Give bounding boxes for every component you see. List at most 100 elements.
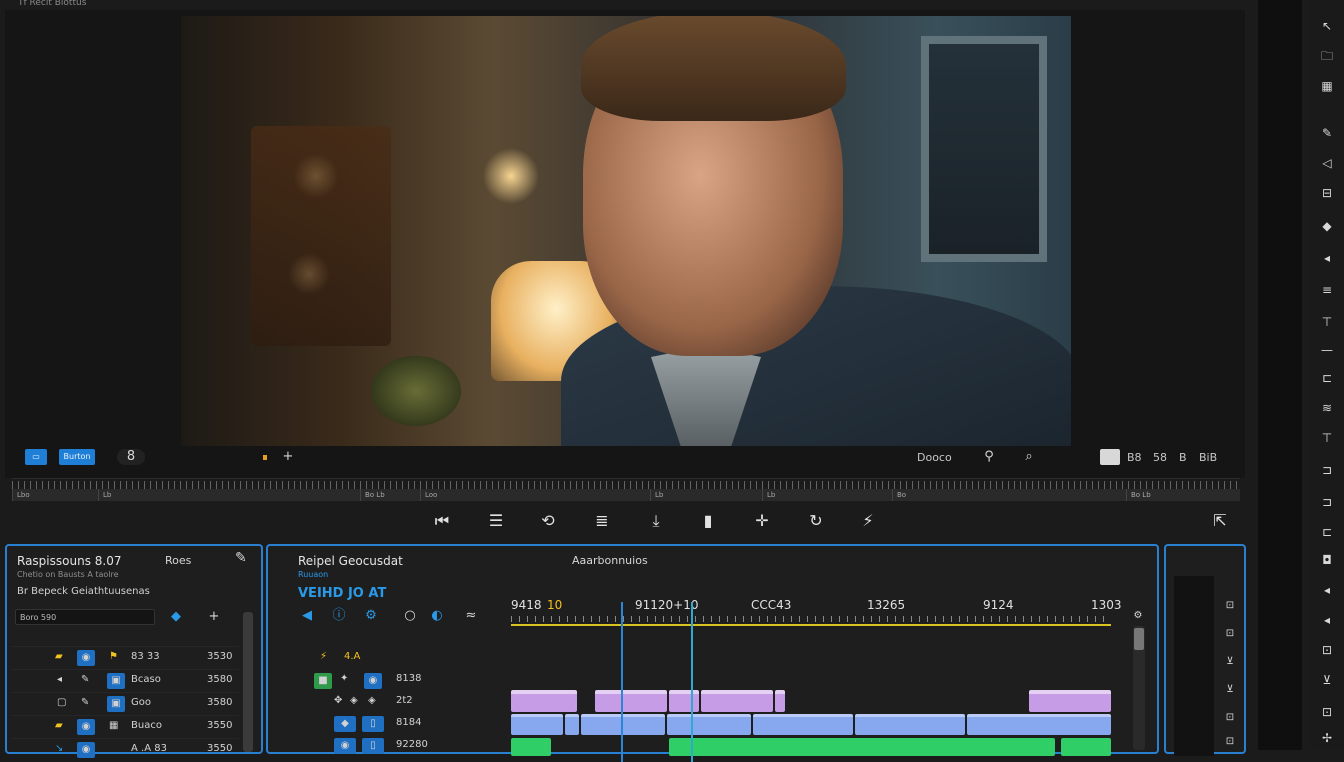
edit-icon[interactable]: ✎ xyxy=(235,550,247,566)
clip[interactable] xyxy=(565,714,579,735)
lightning-icon[interactable]: ⚡ xyxy=(855,513,881,529)
tab-annotations[interactable]: Aaarbonnuios xyxy=(572,554,648,567)
work-area-bar[interactable] xyxy=(511,624,1111,626)
view-option-4[interactable]: BiB xyxy=(1199,451,1217,464)
step-back-icon[interactable]: ⏮ xyxy=(429,513,455,529)
grid-view-icon[interactable]: ▦ xyxy=(1316,78,1338,94)
down-arrow-icon[interactable]: ⤓ xyxy=(643,513,669,529)
list-icon[interactable]: ☰ xyxy=(483,513,509,529)
audio-tool-icon[interactable]: ◂ xyxy=(1316,612,1338,628)
folder-icon[interactable]: 🗀 xyxy=(1316,48,1338,64)
fit-button[interactable]: ▭ xyxy=(25,449,47,465)
meter-option-icon[interactable]: ⊡ xyxy=(1222,626,1238,642)
export-icon[interactable]: ⇱ xyxy=(1207,513,1233,529)
project-scrollbar[interactable] xyxy=(243,612,253,752)
type-tool-icon[interactable]: ⊏ xyxy=(1316,370,1338,386)
export-frame-icon[interactable] xyxy=(1100,449,1120,465)
marker-icon[interactable]: 8 xyxy=(117,449,145,465)
slip-tool-icon[interactable]: ◆ xyxy=(1316,218,1338,234)
list-item[interactable]: ◂ ✎ ▣ Bcaso 3580 xyxy=(11,669,239,692)
search-icon[interactable]: ⌕ xyxy=(1020,449,1038,465)
tab-roes[interactable]: Roes xyxy=(165,554,191,567)
view-option-3[interactable]: B xyxy=(1179,451,1187,464)
viewer-ruler[interactable]: Lbo Lb Bo Lb Loo Lb Lb Bo Bo Lb xyxy=(12,478,1240,503)
meter-option-icon[interactable]: ⊡ xyxy=(1222,710,1238,726)
loop-icon[interactable]: ⟲ xyxy=(535,513,561,529)
clip[interactable] xyxy=(1029,690,1111,712)
timeline-scrollbar[interactable] xyxy=(1133,626,1145,750)
clip[interactable] xyxy=(581,714,665,735)
wrench-icon[interactable]: ⚲ xyxy=(980,449,998,465)
track-header[interactable]: ■ ✦ ◉ 8138 xyxy=(298,670,498,692)
clip[interactable] xyxy=(967,714,1111,735)
star-icon[interactable]: ✢ xyxy=(1316,730,1338,746)
shape-tool-icon[interactable]: ⊐ xyxy=(1316,462,1338,478)
track-header[interactable]: ✥ ◈ ◈ 2t2 xyxy=(298,692,498,714)
playhead[interactable] xyxy=(621,602,623,762)
circle-icon[interactable]: ○ xyxy=(402,608,418,624)
button-toggle[interactable]: Burton xyxy=(59,449,95,465)
bookmark-icon[interactable]: ▮ xyxy=(695,513,721,529)
clip[interactable] xyxy=(595,690,667,712)
color-icon[interactable]: ◂ xyxy=(1316,582,1338,598)
track-header[interactable]: ⚡ 4.A xyxy=(298,648,498,670)
add-marker-icon[interactable]: + xyxy=(279,449,297,465)
effect-tool-icon[interactable]: ⊻ xyxy=(1316,672,1338,688)
rotate-icon[interactable]: ↻ xyxy=(803,513,829,529)
track-select-icon[interactable]: ≡ xyxy=(1316,282,1338,298)
track-header[interactable]: ◉ ▯ 92280 xyxy=(298,736,498,758)
mask-tool-icon[interactable]: ⊏ xyxy=(1316,524,1338,540)
scroll-thumb[interactable] xyxy=(1134,628,1144,650)
ripple-tool-icon[interactable]: ◁ xyxy=(1316,155,1338,171)
meter-option-icon[interactable]: ⊡ xyxy=(1222,734,1238,750)
clip[interactable] xyxy=(669,690,699,712)
crop-tool-icon[interactable]: ⊐ xyxy=(1316,494,1338,510)
insert-icon[interactable]: ≣ xyxy=(589,513,615,529)
in-point-marker[interactable] xyxy=(691,602,693,762)
add-icon[interactable]: ✛ xyxy=(749,513,775,529)
list-item[interactable]: ▰ ◉ ▦ Buaco 3550 xyxy=(11,715,239,738)
divider-icon[interactable]: — xyxy=(1316,342,1338,358)
view-option-1[interactable]: B8 xyxy=(1127,451,1142,464)
clip[interactable] xyxy=(511,714,563,735)
timeline-ruler[interactable]: 9418 10 91120+10 CCC43 13265 9124 1303 xyxy=(511,598,1122,628)
link-clip-icon[interactable]: ◐ xyxy=(428,608,446,624)
zoom-tool-icon[interactable]: ⊤ xyxy=(1316,430,1338,446)
pen-tool-icon[interactable]: ✎ xyxy=(1316,125,1338,141)
clip[interactable] xyxy=(701,690,773,712)
hand-tool-icon[interactable]: ≋ xyxy=(1316,400,1338,416)
slide-tool-icon[interactable]: ◂ xyxy=(1316,250,1338,266)
clip[interactable] xyxy=(511,738,551,756)
settings-icon[interactable]: ⚙ xyxy=(362,608,380,624)
razor-tool-icon[interactable]: ⊟ xyxy=(1316,185,1338,201)
snap-icon[interactable]: ◀ xyxy=(298,608,316,624)
clip[interactable] xyxy=(511,690,577,712)
audio-wave-icon[interactable]: ≈ xyxy=(462,608,480,624)
meter-option-icon[interactable]: ⊻ xyxy=(1222,682,1238,698)
settings-small-icon[interactable]: ⚙ xyxy=(1130,608,1146,624)
track-name: 4.A xyxy=(344,651,361,662)
clip[interactable] xyxy=(667,714,751,735)
list-item[interactable]: ▢ ✎ ▣ Goo 3580 xyxy=(11,692,239,715)
clip[interactable] xyxy=(753,714,853,735)
select-tool-icon[interactable]: ↖ xyxy=(1316,18,1338,34)
info-icon[interactable]: ⓘ xyxy=(330,608,348,624)
view-option-2[interactable]: 58 xyxy=(1153,451,1167,464)
mode-label[interactable]: Dooco xyxy=(917,451,952,464)
meter-option-icon[interactable]: ⊡ xyxy=(1222,598,1238,614)
camera-icon[interactable]: ◘ xyxy=(1316,552,1338,568)
meter-option-icon[interactable]: ⊻ xyxy=(1222,654,1238,670)
list-item[interactable]: ▰ ◉ ⚑ 83 33 3530 xyxy=(11,646,239,669)
text-tool-icon[interactable]: ⊡ xyxy=(1316,642,1338,658)
project-search-input[interactable]: Boro 590 xyxy=(15,609,155,625)
track-mic-icon: ▯ xyxy=(362,738,384,754)
new-item-icon[interactable]: + xyxy=(205,609,223,625)
marker-tool-icon[interactable]: ⊡ xyxy=(1316,704,1338,720)
clip[interactable] xyxy=(1061,738,1111,756)
bin-icon[interactable]: ◆ xyxy=(167,609,185,625)
clip[interactable] xyxy=(669,738,1055,756)
clip[interactable] xyxy=(855,714,965,735)
rate-tool-icon[interactable]: ⊤ xyxy=(1316,314,1338,330)
clip[interactable] xyxy=(775,690,785,712)
track-header[interactable]: ◆ ▯ 8184 xyxy=(298,714,498,736)
